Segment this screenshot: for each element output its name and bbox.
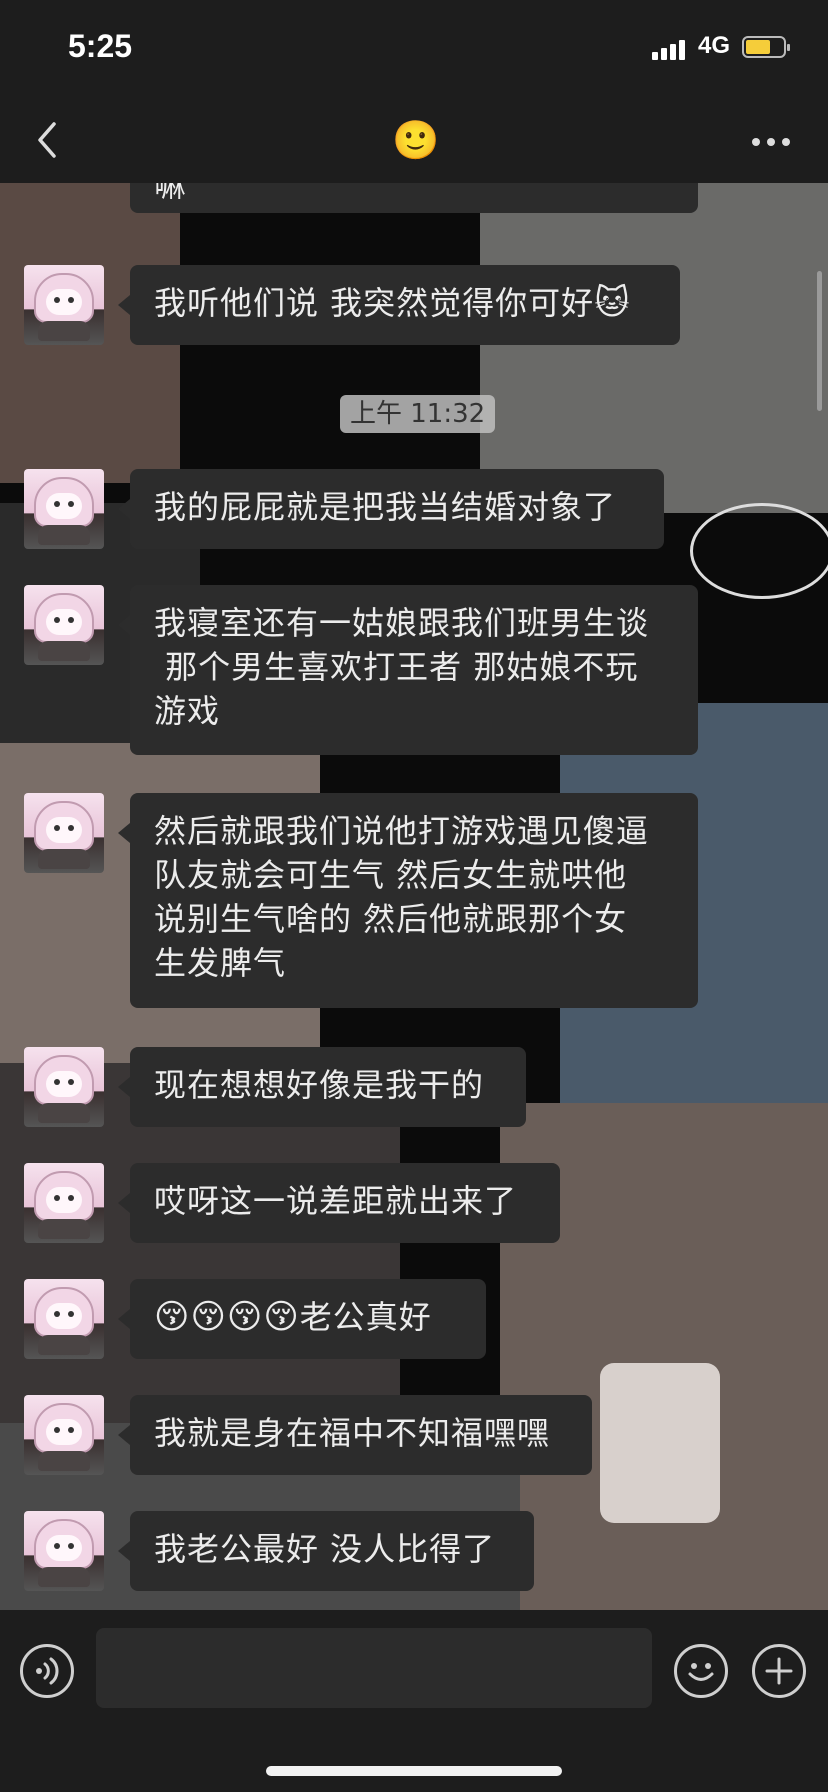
chat-title-emoji: 🙂	[392, 118, 440, 162]
message-bubble[interactable]: 哎呀这一说差距就出来了	[118, 1163, 560, 1243]
message-bubble[interactable]: 我寝室还有一姑娘跟我们班男生谈 那个男生喜欢打王者 那姑娘不玩 游戏	[118, 585, 698, 755]
emoji-button[interactable]	[674, 1644, 728, 1698]
battery-icon	[742, 36, 790, 58]
avatar[interactable]	[24, 1279, 104, 1359]
message-input[interactable]	[96, 1628, 652, 1708]
avatar[interactable]	[24, 1163, 104, 1243]
network-type: 4G	[698, 32, 731, 59]
message-bubble[interactable]: 我老公最好 没人比得了	[118, 1511, 534, 1591]
timestamp: 上午 11:32	[340, 395, 496, 433]
nav-bar: 🙂	[0, 100, 828, 183]
avatar[interactable]	[24, 793, 104, 873]
avatar[interactable]	[24, 1047, 104, 1127]
voice-icon	[36, 1657, 59, 1685]
message-bubble[interactable]: 😚😚😚😚老公真好	[118, 1279, 486, 1359]
back-button[interactable]	[30, 118, 70, 162]
scrollbar[interactable]	[817, 271, 822, 411]
status-bar: 5:25 4G	[0, 0, 828, 100]
chat-area[interactable]: 嘛 我听他们说 我突然觉得你可好🐱 上午 11:32 我的屁屁就是把我当结婚对象…	[0, 183, 828, 1610]
message-bubble[interactable]: 我听他们说 我突然觉得你可好🐱	[118, 265, 680, 345]
avatar[interactable]	[24, 1395, 104, 1475]
input-bar	[0, 1610, 828, 1792]
message-bubble[interactable]: 我就是身在福中不知福嘿嘿	[118, 1395, 592, 1475]
plus-icon	[765, 1657, 793, 1685]
message-bubble[interactable]: 然后就跟我们说他打游戏遇见傻逼 队友就会可生气 然后女生就哄他 说别生气啥的 然…	[118, 793, 698, 1008]
home-indicator[interactable]	[266, 1766, 562, 1776]
avatar[interactable]	[24, 265, 104, 345]
avatar[interactable]	[24, 1511, 104, 1591]
voice-button[interactable]	[20, 1644, 74, 1698]
avatar[interactable]	[24, 585, 104, 665]
message-bubble[interactable]: 现在想想好像是我干的	[118, 1047, 526, 1127]
signal-icon	[652, 38, 688, 60]
smile-icon	[688, 1663, 714, 1681]
more-button[interactable]	[752, 138, 792, 148]
message-bubble[interactable]: 嘛	[130, 183, 698, 213]
more-options-button[interactable]	[752, 1644, 806, 1698]
message-bubble[interactable]: 我的屁屁就是把我当结婚对象了	[118, 469, 664, 549]
avatar[interactable]	[24, 469, 104, 549]
chevron-left-icon	[38, 122, 56, 158]
status-time: 5:25	[68, 28, 133, 64]
